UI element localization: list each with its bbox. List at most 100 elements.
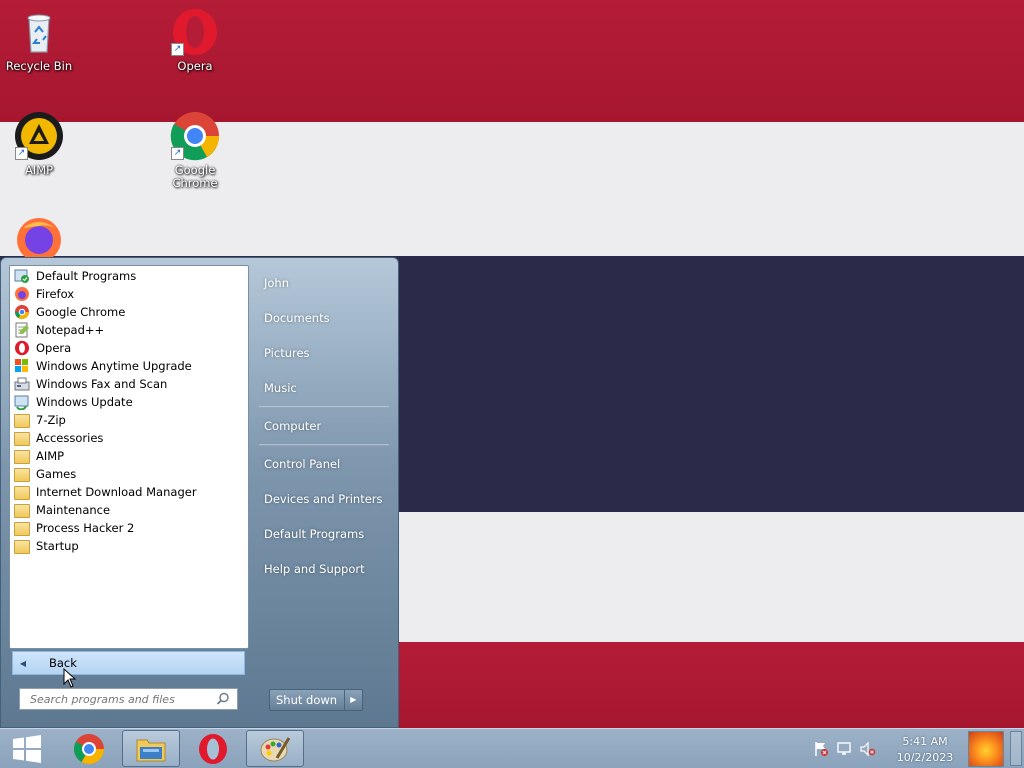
right-item-help-and-support[interactable]: Help and Support [264,562,365,576]
all-programs-list: Default Programs Firefox Google Chrome N… [9,265,249,649]
chrome-icon: ↗ [169,110,221,162]
right-item-control-panel[interactable]: Control Panel [264,457,340,471]
right-item-music[interactable]: Music [264,381,297,395]
start-menu: Default Programs Firefox Google Chrome N… [0,257,399,728]
desktop-icon-label: Opera [177,59,213,73]
program-folder-startup[interactable]: Startup [14,537,244,555]
clock-date: 10/2/2023 [896,751,954,764]
program-folder-aimp[interactable]: AIMP [14,447,244,465]
desktop-icon-label: Recycle Bin [5,59,73,73]
windows-update-icon [14,394,30,411]
windows-anytime-upgrade-icon [14,358,30,374]
program-item-default-programs[interactable]: Default Programs [14,267,244,285]
taskbar-opera-button[interactable] [184,730,242,767]
folder-icon [14,448,30,464]
taskbar-file-explorer-button[interactable] [122,730,180,767]
program-item-notepad-plus-plus[interactable]: Notepad++ [14,321,244,339]
right-item-pictures[interactable]: Pictures [264,346,310,360]
start-button[interactable] [0,730,54,767]
program-item-opera[interactable]: Opera [14,339,244,357]
opera-icon [14,340,30,356]
program-label: 7-Zip [36,413,66,427]
start-search-box[interactable] [19,688,238,710]
right-item-computer[interactable]: Computer [264,419,321,433]
back-arrow-icon: ◀ [19,658,27,668]
shutdown-button-group: Shut down ▶ [269,689,363,711]
clock-time: 5:41 AM [902,735,948,748]
desktop-icon-google-chrome[interactable]: ↗ Google Chrome [156,110,234,190]
program-label: Games [36,467,77,481]
firefox-icon [14,286,30,302]
program-item-windows-update[interactable]: Windows Update [14,393,244,411]
search-icon[interactable] [216,692,230,706]
desktop-icon-aimp[interactable]: ↗ AIMP [0,110,78,177]
program-label: Windows Update [36,395,133,409]
program-label: Startup [36,539,79,553]
right-item-documents[interactable]: Documents [264,311,330,325]
program-item-windows-fax-and-scan[interactable]: Windows Fax and Scan [14,375,244,393]
right-item-user[interactable]: John [264,276,289,290]
opera-icon: ↗ [169,6,221,58]
opera-icon [199,733,227,764]
file-explorer-icon [136,739,166,761]
back-button[interactable]: ◀ Back [12,651,245,675]
folder-icon [14,412,30,428]
paint-icon [260,736,291,761]
right-item-default-programs[interactable]: Default Programs [264,527,364,541]
program-item-windows-anytime-upgrade[interactable]: Windows Anytime Upgrade [14,357,244,375]
program-label: Accessories [36,431,104,445]
divider [259,444,389,446]
shutdown-options-arrow-icon[interactable]: ▶ [343,690,362,710]
program-label: Opera [36,341,72,355]
folder-icon [14,520,30,536]
taskbar-chrome-button[interactable] [60,730,118,767]
folder-icon [14,502,30,518]
program-label: AIMP [36,449,65,463]
notepad-plus-plus-icon [14,322,30,338]
desktop-icon-label: Google Chrome [172,163,218,190]
program-folder-7-zip[interactable]: 7-Zip [14,411,244,429]
desktop-icon-recycle-bin[interactable]: Recycle Bin [0,6,78,73]
windows-start-icon [13,734,41,763]
shortcut-arrow-icon: ↗ [171,43,184,56]
mouse-cursor-icon [63,668,77,688]
fax-scan-icon [14,376,30,392]
program-item-google-chrome[interactable]: Google Chrome [14,303,244,321]
program-folder-maintenance[interactable]: Maintenance [14,501,244,519]
program-label: Process Hacker 2 [36,521,135,535]
desktop-icon-opera[interactable]: ↗ Opera [156,6,234,73]
program-folder-process-hacker-2[interactable]: Process Hacker 2 [14,519,244,537]
desktop-icon-label: AIMP [24,163,54,177]
system-clock[interactable]: 5:41 AM 10/2/2023 [890,734,960,766]
folder-icon [14,430,30,446]
program-label: Google Chrome [36,305,126,319]
program-label: Windows Anytime Upgrade [36,359,192,373]
network-icon[interactable] [837,741,853,757]
program-label: Maintenance [36,503,111,517]
program-item-firefox[interactable]: Firefox [14,285,244,303]
shortcut-arrow-icon: ↗ [15,147,28,160]
search-input[interactable] [28,691,212,707]
shutdown-button[interactable]: Shut down [270,693,344,707]
volume-muted-icon[interactable] [860,741,876,757]
program-label: Default Programs [36,269,137,283]
program-folder-internet-download-manager[interactable]: Internet Download Manager [14,483,244,501]
program-folder-games[interactable]: Games [14,465,244,483]
aimp-icon: ↗ [13,110,65,162]
program-label: Notepad++ [36,323,105,337]
folder-icon [14,466,30,482]
recycle-bin-icon [13,6,65,58]
divider [259,406,389,408]
folder-icon [14,484,30,500]
show-desktop-button[interactable] [1010,731,1022,766]
program-folder-accessories[interactable]: Accessories [14,429,244,447]
user-avatar[interactable] [968,731,1004,767]
taskbar: 5:41 AM 10/2/2023 [0,728,1024,768]
taskbar-paint-button[interactable] [246,730,304,767]
program-label: Internet Download Manager [36,485,197,499]
program-label: Firefox [36,287,75,301]
action-center-flag-icon[interactable] [813,741,829,757]
default-programs-icon [14,268,30,284]
program-label: Windows Fax and Scan [36,377,168,391]
right-item-devices-and-printers[interactable]: Devices and Printers [264,492,383,506]
